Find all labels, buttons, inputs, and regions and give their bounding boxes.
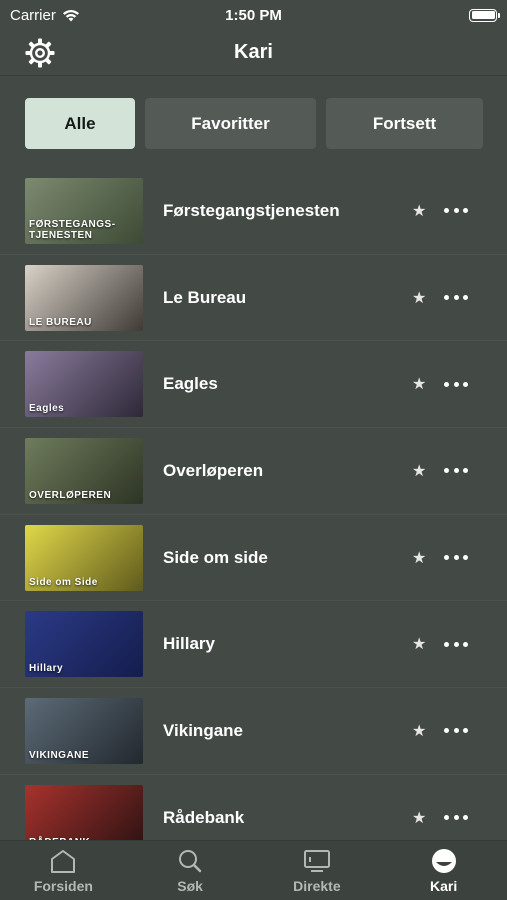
dot xyxy=(463,208,468,214)
thumbnail-logo-text: Hillary xyxy=(29,663,64,675)
dot xyxy=(453,815,459,821)
dot xyxy=(463,728,468,734)
dot xyxy=(444,815,449,821)
thumbnail-image[interactable]: OVERLØPEREN xyxy=(25,437,143,504)
thumbnail-image[interactable]: FØRSTEGANGS-TJENESTEN xyxy=(25,177,143,244)
thumbnail-image[interactable]: Eagles xyxy=(25,351,143,418)
carrier-label: Carrier xyxy=(10,6,56,24)
dot xyxy=(453,728,459,734)
dot xyxy=(463,641,468,647)
tab-forsiden[interactable]: Forsiden xyxy=(0,841,127,900)
program-title[interactable]: Side om side xyxy=(163,548,268,568)
profile-icon xyxy=(429,848,459,874)
favorite-star-icon[interactable]: ★ xyxy=(412,634,426,654)
nav-bar: Kari xyxy=(0,30,507,76)
program-title[interactable]: Rådebank xyxy=(163,808,244,828)
list-item[interactable]: RÅDEBANK Rådebank ★ xyxy=(0,775,507,840)
more-options-icon[interactable] xyxy=(444,288,468,308)
filter-continue-button[interactable]: Fortsett xyxy=(326,98,483,149)
tab-label: Søk xyxy=(177,877,203,894)
program-title[interactable]: Overløperen xyxy=(163,461,263,481)
dot xyxy=(453,295,459,301)
dot xyxy=(444,641,449,647)
dot xyxy=(463,555,468,561)
tab-label: Kari xyxy=(430,877,458,894)
favorite-star-icon[interactable]: ★ xyxy=(412,201,426,221)
program-title[interactable]: Vikingane xyxy=(163,721,243,741)
tab-kari[interactable]: Kari xyxy=(380,841,507,900)
favorite-star-icon[interactable]: ★ xyxy=(412,548,426,568)
dot xyxy=(463,815,468,821)
program-title[interactable]: Hillary xyxy=(163,634,215,654)
list-item[interactable]: FØRSTEGANGS-TJENESTEN Førstegangstjeneste… xyxy=(0,168,507,255)
more-options-icon[interactable] xyxy=(444,461,468,481)
dot xyxy=(444,555,449,561)
tab-bar: Forsiden Søk Direkte Kari xyxy=(0,840,507,900)
dot xyxy=(453,641,459,647)
tv-icon xyxy=(302,848,332,874)
favorite-star-icon[interactable]: ★ xyxy=(412,721,426,741)
favorite-star-icon[interactable]: ★ xyxy=(412,461,426,481)
dot xyxy=(453,208,459,214)
tab-label: Forsiden xyxy=(33,877,93,894)
thumbnail-image[interactable]: Hillary xyxy=(25,611,143,678)
program-title[interactable]: Eagles xyxy=(163,374,218,394)
favorite-star-icon[interactable]: ★ xyxy=(412,374,426,394)
list-item[interactable]: Eagles Eagles ★ xyxy=(0,341,507,429)
settings-gear-icon[interactable] xyxy=(24,37,56,69)
filter-all-button[interactable]: Alle xyxy=(25,98,135,149)
program-title[interactable]: Førstegangstjenesten xyxy=(163,201,340,221)
dot xyxy=(444,468,449,474)
dot xyxy=(444,381,449,387)
dot xyxy=(444,295,449,301)
more-options-icon[interactable] xyxy=(444,201,468,221)
more-options-icon[interactable] xyxy=(444,634,468,654)
favorite-star-icon[interactable]: ★ xyxy=(412,288,426,308)
more-options-icon[interactable] xyxy=(444,374,468,394)
thumbnail-logo-text: Side om Side xyxy=(29,576,98,588)
list-item[interactable]: Hillary Hillary ★ xyxy=(0,601,507,689)
list-item[interactable]: VIKINGANE Vikingane ★ xyxy=(0,688,507,775)
dot xyxy=(463,295,468,301)
favorite-star-icon[interactable]: ★ xyxy=(412,808,426,828)
dot xyxy=(453,555,459,561)
thumbnail-logo-text: VIKINGANE xyxy=(29,749,90,761)
list-item[interactable]: LE BUREAU Le Bureau ★ xyxy=(0,255,507,342)
thumbnail-image[interactable]: RÅDEBANK xyxy=(25,784,143,840)
dot xyxy=(463,381,468,387)
page-title: Kari xyxy=(234,41,273,63)
thumbnail-logo-text: Eagles xyxy=(29,403,65,415)
thumbnail-image[interactable]: LE BUREAU xyxy=(25,264,143,331)
list-item[interactable]: Side om Side Side om side ★ xyxy=(0,515,507,602)
filter-segmented-control: Alle Favoritter Fortsett xyxy=(25,98,483,149)
status-bar: Carrier 1:50 PM xyxy=(0,0,507,30)
more-options-icon[interactable] xyxy=(444,721,468,741)
battery-icon xyxy=(469,8,500,22)
thumbnail-logo-text: OVERLØPEREN xyxy=(29,489,112,501)
list-item[interactable]: OVERLØPEREN Overløperen ★ xyxy=(0,428,507,515)
dot xyxy=(444,208,449,214)
tab-label: Direkte xyxy=(293,877,341,894)
home-icon xyxy=(48,848,78,874)
dot xyxy=(444,728,449,734)
program-list: FØRSTEGANGS-TJENESTEN Førstegangstjeneste… xyxy=(0,168,507,840)
thumbnail-logo-text: FØRSTEGANGS-TJENESTEN xyxy=(29,218,116,241)
thumbnail-logo-text: LE BUREAU xyxy=(29,316,92,328)
thumbnail-image[interactable]: Side om Side xyxy=(25,524,143,591)
dot xyxy=(463,468,468,474)
dot xyxy=(453,381,459,387)
more-options-icon[interactable] xyxy=(444,808,468,828)
status-left: Carrier xyxy=(10,7,80,24)
tab-direkte[interactable]: Direkte xyxy=(254,841,381,900)
wifi-icon xyxy=(62,9,79,21)
dot xyxy=(453,468,459,474)
program-title[interactable]: Le Bureau xyxy=(163,288,246,308)
thumbnail-image[interactable]: VIKINGANE xyxy=(25,697,143,764)
tab-søk[interactable]: Søk xyxy=(127,841,254,900)
more-options-icon[interactable] xyxy=(444,548,468,568)
filter-favorites-button[interactable]: Favoritter xyxy=(145,98,316,149)
search-icon xyxy=(175,848,205,874)
